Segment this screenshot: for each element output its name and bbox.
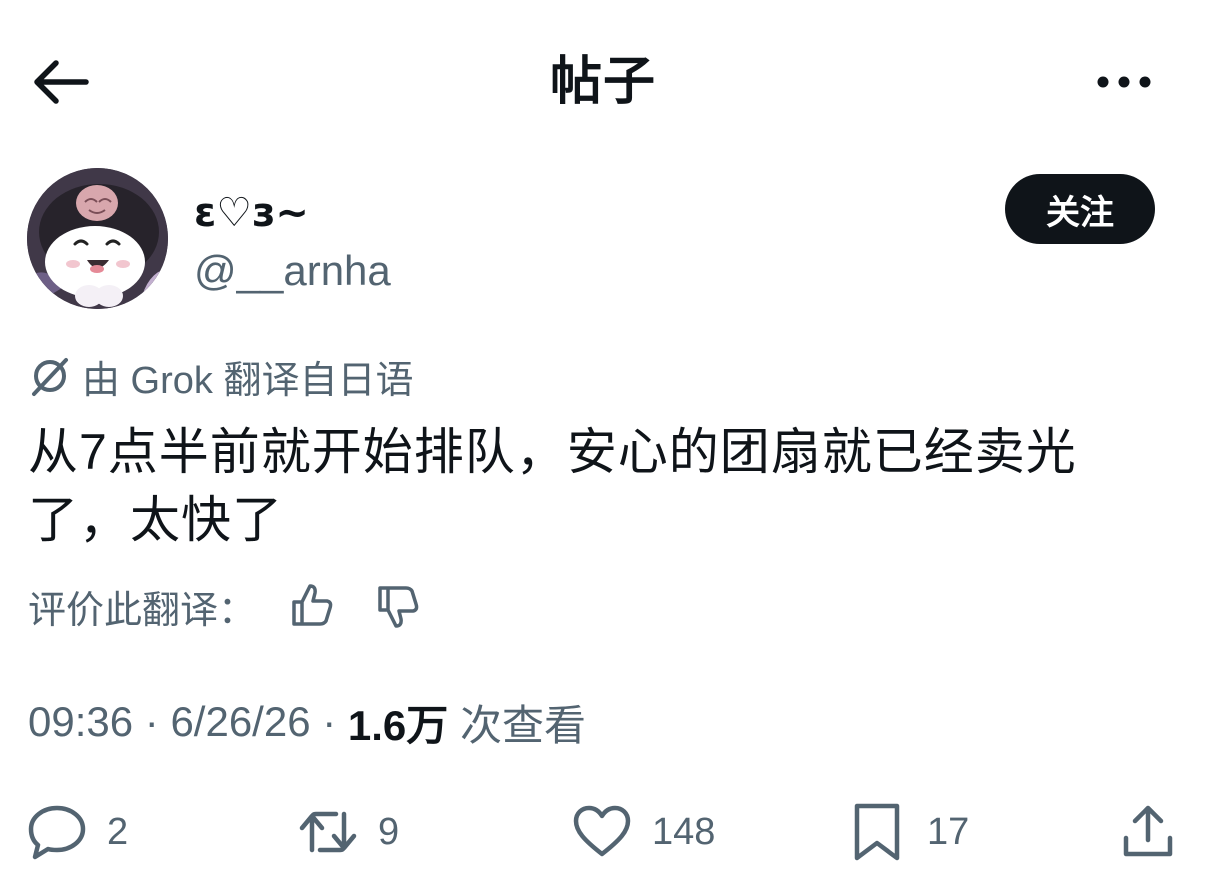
post-meta: 09:36 · 6/26/26 · 1.6万 次查看 bbox=[28, 692, 586, 752]
post-date: 6/26/26 bbox=[170, 698, 311, 745]
bookmark-count: 17 bbox=[927, 810, 970, 853]
share-icon bbox=[1123, 805, 1173, 857]
reply-count: 2 bbox=[107, 810, 129, 853]
rate-translation: 评价此翻译： bbox=[28, 578, 424, 634]
avatar[interactable] bbox=[27, 168, 168, 309]
bookmark-button[interactable]: 17 bbox=[845, 800, 969, 864]
repost-count: 9 bbox=[378, 810, 400, 853]
like-button[interactable]: 148 bbox=[570, 800, 715, 864]
post-text: 从7点半前就开始排队，安心的团扇就已经卖光了，太快了 bbox=[28, 424, 1077, 548]
reply-icon bbox=[28, 805, 86, 860]
follow-button[interactable]: 关注 bbox=[1005, 174, 1155, 244]
share-button[interactable] bbox=[1116, 800, 1180, 864]
kuromi-avatar-image bbox=[27, 168, 168, 309]
user-handle[interactable]: @__arnha bbox=[194, 246, 391, 296]
repost-button[interactable]: 9 bbox=[296, 800, 399, 864]
rate-translation-label: 评价此翻译： bbox=[28, 589, 257, 632]
grok-icon bbox=[32, 358, 68, 396]
post-time: 09:36 bbox=[28, 698, 134, 745]
more-horizontal-icon bbox=[1097, 76, 1151, 88]
thumbs-up-icon[interactable] bbox=[286, 580, 338, 632]
meta-separator: · bbox=[310, 698, 348, 745]
meta-separator: · bbox=[133, 698, 171, 745]
bookmark-icon bbox=[854, 803, 900, 861]
heart-icon bbox=[573, 805, 631, 857]
reply-button[interactable]: 2 bbox=[25, 800, 128, 864]
more-button[interactable] bbox=[1084, 56, 1164, 108]
like-count: 148 bbox=[652, 810, 716, 853]
page-title: 帖子 bbox=[549, 53, 656, 111]
view-label: 次查看 bbox=[448, 701, 586, 749]
display-name[interactable]: ε♡з~ bbox=[194, 190, 309, 236]
translation-note-label: 由 Grok 翻译自日语 bbox=[82, 359, 414, 402]
translation-note[interactable]: 由 Grok 翻译自日语 bbox=[28, 350, 413, 402]
repost-icon bbox=[299, 811, 357, 853]
thumbs-down-icon[interactable] bbox=[372, 580, 424, 632]
view-count: 1.6万 bbox=[347, 701, 449, 749]
